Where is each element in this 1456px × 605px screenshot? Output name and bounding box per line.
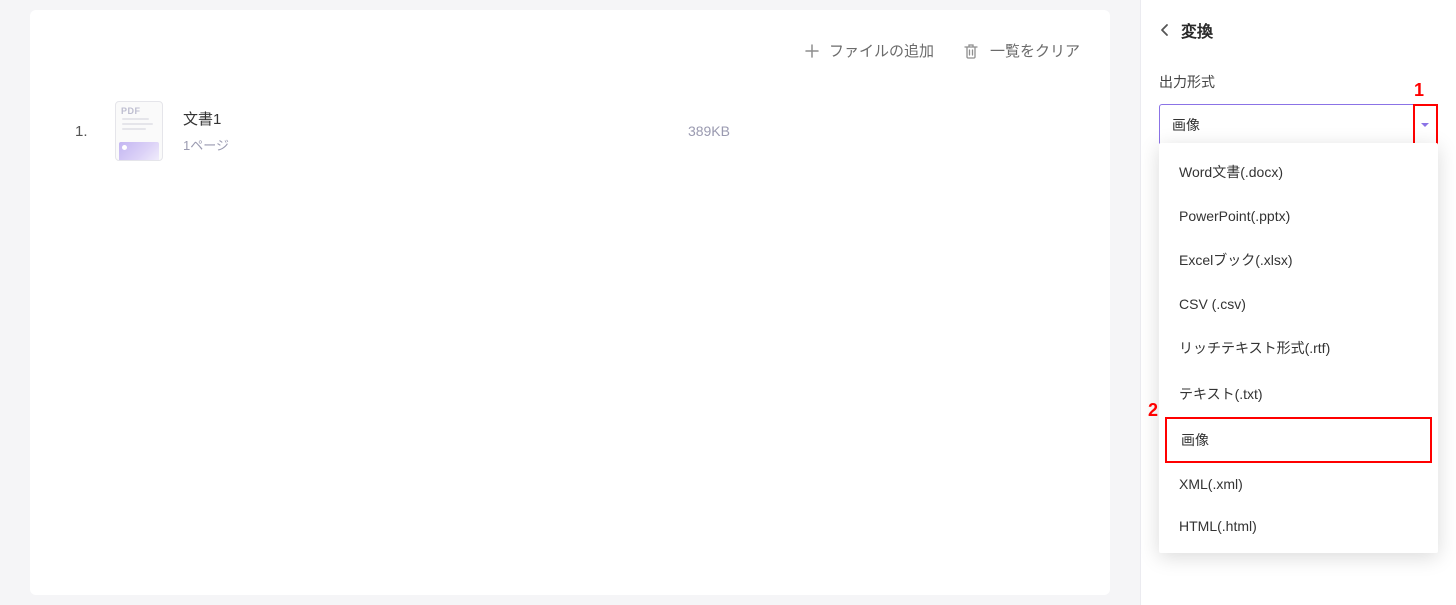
file-index: 1.: [75, 123, 95, 140]
option-rtf[interactable]: リッチテキスト形式(.rtf): [1159, 325, 1438, 371]
file-list-panel: ファイルの追加 一覧をクリア 1. PDF 文書1: [30, 10, 1110, 595]
chevron-left-icon: [1159, 23, 1169, 37]
panel-title: 変換: [1181, 18, 1213, 42]
option-powerpoint[interactable]: PowerPoint(.pptx): [1159, 195, 1438, 237]
option-csv[interactable]: CSV (.csv): [1159, 283, 1438, 325]
back-button[interactable]: [1159, 23, 1169, 37]
file-size: 389KB: [688, 123, 730, 139]
main-area: ファイルの追加 一覧をクリア 1. PDF 文書1: [0, 0, 1140, 605]
add-file-label: ファイルの追加: [829, 40, 934, 61]
output-format-select[interactable]: 画像: [1159, 104, 1438, 146]
add-file-button[interactable]: ファイルの追加: [805, 40, 934, 61]
output-format-dropdown: Word文書(.docx) PowerPoint(.pptx) Excelブック…: [1159, 143, 1438, 553]
clear-list-label: 一覧をクリア: [990, 40, 1080, 61]
annotation-box-1: [1413, 104, 1438, 146]
option-html[interactable]: HTML(.html): [1159, 505, 1438, 547]
output-format-label: 出力形式: [1159, 72, 1438, 92]
file-name: 文書1: [183, 108, 229, 129]
file-thumbnail: PDF: [115, 101, 163, 161]
file-info: 文書1 1ページ: [183, 108, 229, 154]
panel-header: 変換: [1159, 18, 1438, 42]
side-panel: 変換 出力形式 画像 1 Word文書(.docx) PowerPoint(.p…: [1140, 0, 1456, 605]
annotation-marker-2: 2: [1148, 400, 1158, 421]
file-pages: 1ページ: [183, 135, 229, 154]
plus-icon: [805, 44, 819, 58]
file-row[interactable]: 1. PDF 文書1 1ページ 389KB: [50, 91, 1090, 171]
option-word[interactable]: Word文書(.docx): [1159, 149, 1438, 195]
select-value: 画像: [1172, 115, 1200, 135]
option-image[interactable]: 画像: [1165, 417, 1432, 463]
option-text[interactable]: テキスト(.txt): [1159, 371, 1438, 417]
file-type-badge: PDF: [116, 102, 162, 118]
option-excel[interactable]: Excelブック(.xlsx): [1159, 237, 1438, 283]
file-toolbar: ファイルの追加 一覧をクリア: [50, 20, 1090, 91]
clear-list-button[interactable]: 一覧をクリア: [962, 40, 1080, 61]
trash-icon: [962, 42, 980, 60]
option-xml[interactable]: XML(.xml): [1159, 463, 1438, 505]
